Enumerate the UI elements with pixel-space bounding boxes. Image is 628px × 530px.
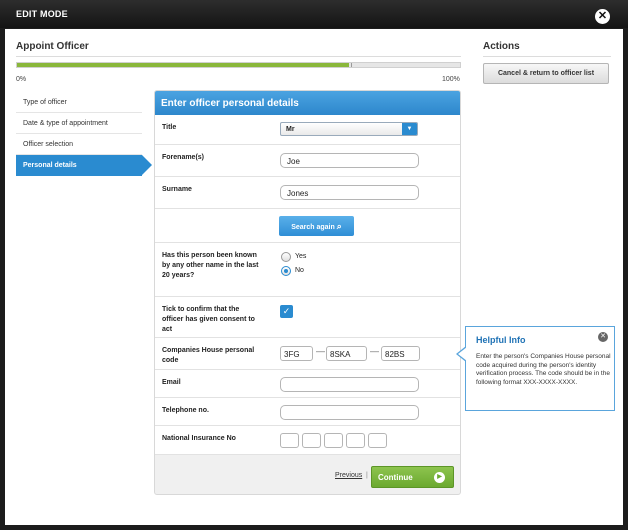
personal-code-part-1[interactable]: 3FG <box>280 346 313 361</box>
personal-details-form: Enter officer personal details Title Mr … <box>154 90 461 495</box>
title-select[interactable]: Mr ▼ <box>280 122 418 136</box>
forename-label: Forename(s) <box>162 154 205 161</box>
radio-option-yes[interactable]: Yes <box>281 251 306 262</box>
row-surname: Surname Jones <box>155 177 460 209</box>
step-date-type-of-appointment[interactable]: Date & type of appointment <box>16 113 142 134</box>
arrow-right-icon: ▶ <box>434 472 445 483</box>
section-heading-actions: Actions <box>483 41 520 52</box>
ni-box[interactable] <box>324 433 343 448</box>
modal-dialog: EDIT MODE ✕ Appoint Officer 0% 100% Type… <box>0 0 628 530</box>
progress-bar <box>16 62 461 68</box>
row-search-again: Search again ⌕ <box>155 209 460 243</box>
surname-label: Surname <box>162 186 192 193</box>
title-select-value: Mr <box>286 126 295 133</box>
radio-no[interactable] <box>281 265 291 276</box>
row-forename: Forename(s) Joe <box>155 145 460 177</box>
step-officer-selection[interactable]: Officer selection <box>16 134 142 155</box>
modal-title: EDIT MODE <box>16 9 68 19</box>
telephone-field[interactable] <box>280 405 419 420</box>
email-label: Email <box>162 379 181 386</box>
title-label: Title <box>162 124 177 131</box>
other-name-question: Has this person been known by any other … <box>162 252 259 279</box>
close-icon[interactable]: ✕ <box>595 9 610 24</box>
helpful-info-panel: Helpful Info ✕ Enter the person's Compan… <box>456 326 615 411</box>
consent-label: Tick to confirm that the officer has giv… <box>162 306 255 333</box>
personal-code-part-3[interactable]: 82BS <box>381 346 420 361</box>
search-again-label: Search again <box>291 224 335 231</box>
forename-input[interactable]: Joe <box>280 153 419 168</box>
form-footer: Previous | Continue ▶ <box>155 462 460 494</box>
step-navigation: Type of officer Date & type of appointme… <box>16 92 152 176</box>
surname-input[interactable]: Jones <box>280 185 419 200</box>
row-email: Email <box>155 370 460 398</box>
chevron-down-icon[interactable]: ▼ <box>402 123 417 135</box>
step-type-of-officer[interactable]: Type of officer <box>16 92 142 113</box>
radio-option-no[interactable]: No <box>281 265 304 276</box>
progress-min-label: 0% <box>16 76 27 83</box>
modal-header: EDIT MODE ✕ <box>0 0 628 28</box>
telephone-label: Telephone no. <box>162 407 209 414</box>
ni-box[interactable] <box>368 433 387 448</box>
national-insurance-label: National Insurance No <box>162 435 236 442</box>
close-icon[interactable]: ✕ <box>598 332 608 342</box>
consent-checkbox[interactable]: ✓ <box>280 305 293 318</box>
cancel-return-button[interactable]: Cancel & return to officer list <box>483 63 609 84</box>
search-icon: ⌕ <box>336 221 342 231</box>
section-heading-appoint-officer: Appoint Officer <box>16 41 89 52</box>
helpful-info-title: Helpful Info <box>476 335 526 345</box>
divider <box>483 56 611 57</box>
row-national-insurance: National Insurance No <box>155 426 460 455</box>
row-telephone: Telephone no. <box>155 398 460 426</box>
search-again-button[interactable]: Search again ⌕ <box>279 216 354 236</box>
continue-label: Continue <box>378 473 413 482</box>
radio-yes-label: Yes <box>295 253 307 260</box>
helpful-info-text: Enter the person's Companies House perso… <box>476 353 611 386</box>
ni-box[interactable] <box>302 433 321 448</box>
previous-link[interactable]: Previous <box>335 472 362 479</box>
radio-no-label: No <box>295 267 304 274</box>
code-separator: — <box>370 346 379 356</box>
form-header: Enter officer personal details <box>155 91 460 115</box>
divider <box>16 56 461 57</box>
progress-fill <box>17 63 350 67</box>
radio-yes[interactable] <box>281 251 291 262</box>
personal-code-label: Companies House personal code <box>162 347 255 364</box>
continue-button[interactable]: Continue ▶ <box>371 466 454 488</box>
progress-max-label: 100% <box>442 76 460 83</box>
ni-box[interactable] <box>280 433 299 448</box>
code-separator: — <box>316 346 325 356</box>
step-personal-details[interactable]: Personal details <box>16 155 152 176</box>
form-fields: Title Mr ▼ Forename(s) Joe Surname Jones <box>155 115 460 455</box>
ni-box[interactable] <box>346 433 365 448</box>
modal-body: Appoint Officer 0% 100% Type of officer … <box>5 29 623 525</box>
personal-code-part-2[interactable]: 8SKA <box>326 346 367 361</box>
row-known-by-other-name: Has this person been known by any other … <box>155 243 460 297</box>
row-consent: Tick to confirm that the officer has giv… <box>155 297 460 338</box>
row-personal-code: Companies House personal code 3FG — 8SKA… <box>155 338 460 370</box>
progress-tick <box>351 63 352 67</box>
row-title: Title Mr ▼ <box>155 115 460 145</box>
email-field[interactable] <box>280 377 419 392</box>
footer-separator: | <box>366 472 368 479</box>
